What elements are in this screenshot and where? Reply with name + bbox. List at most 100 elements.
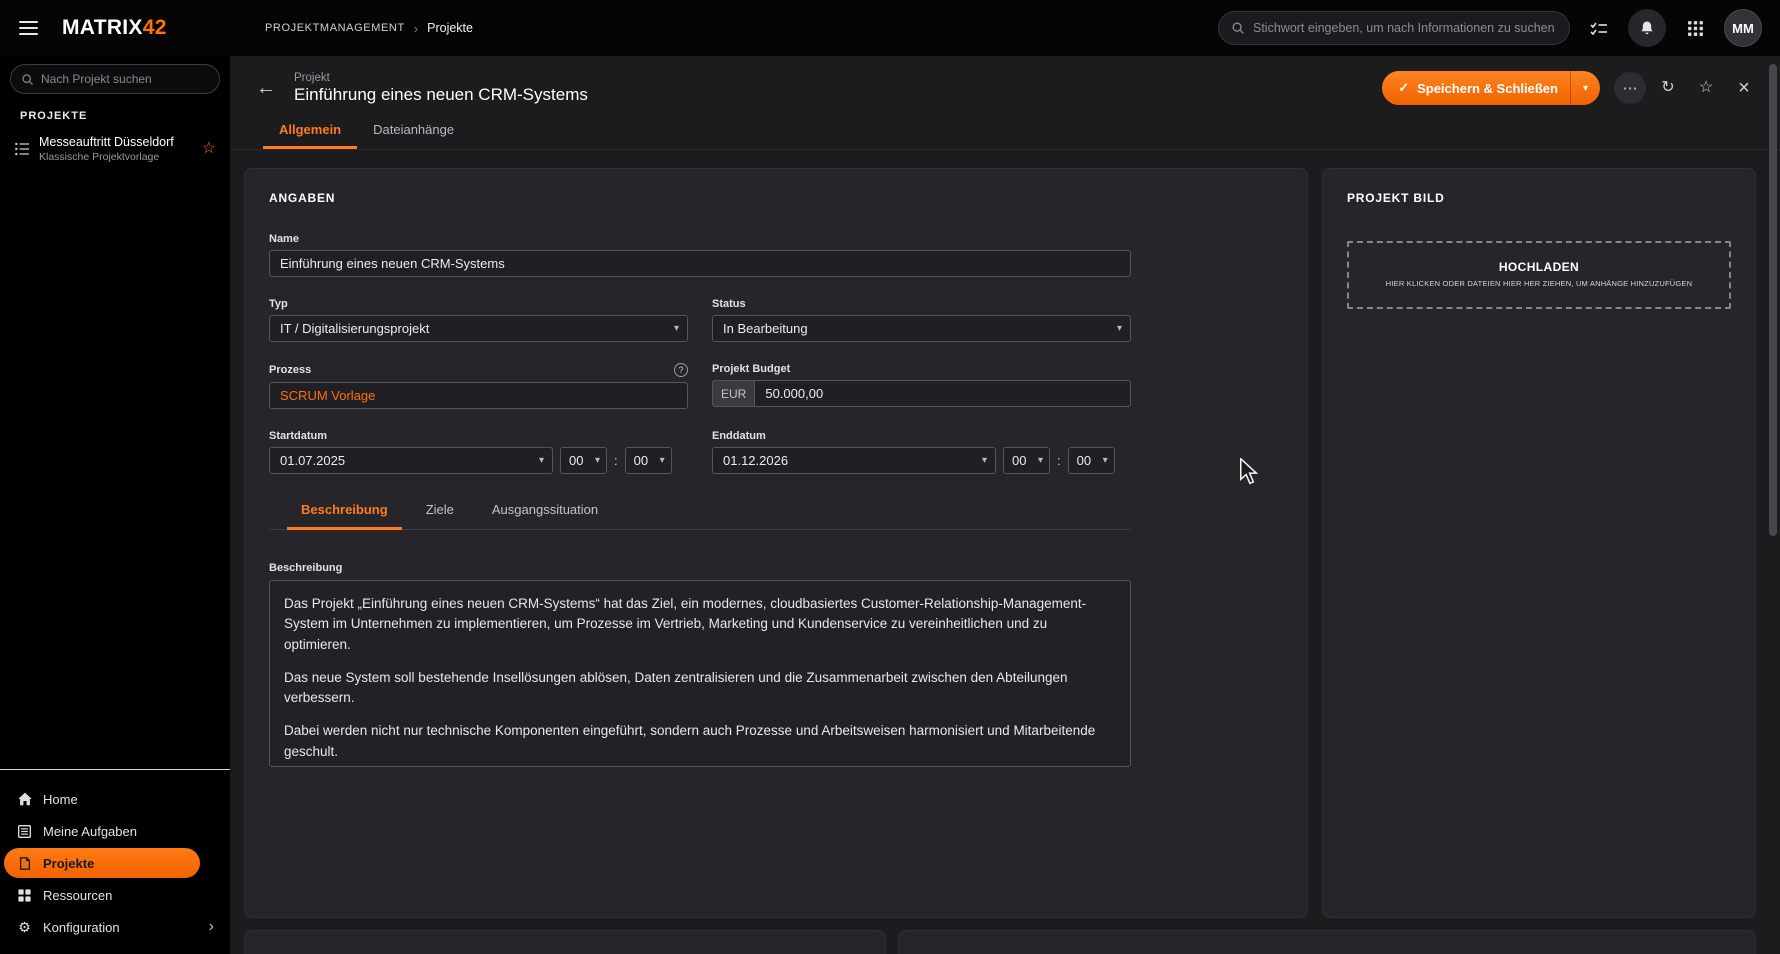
caret-down-icon: ▾	[1038, 455, 1043, 466]
typ-select[interactable]: IT / Digitalisierungsprojekt ▾	[269, 315, 688, 342]
status-select[interactable]: In Bearbeitung ▾	[712, 315, 1131, 342]
upload-hint: HIER KLICKEN ODER DATEIEN HIER HER ZIEHE…	[1386, 278, 1692, 290]
close-icon[interactable]: ×	[1728, 72, 1760, 104]
caret-down-icon: ▾	[982, 455, 987, 466]
caret-down-icon: ▾	[595, 455, 600, 466]
matrix42-logo[interactable]: MATRIX42	[62, 16, 167, 40]
main-area: ← Projekt Einführung eines neuen CRM-Sys…	[230, 56, 1780, 954]
sidebar-item-home[interactable]: Home	[0, 784, 230, 814]
enddatum-label: Enddatum	[712, 430, 1131, 442]
subtab-beschreibung[interactable]: Beschreibung	[287, 502, 402, 530]
sidebar: PROJEKTE Messeauftritt Düsseldorf Klassi…	[0, 56, 230, 954]
sidebar-item-label: Ressourcen	[43, 888, 112, 903]
content-area: ANGABEN Name Typ IT / Digitalisierungspr…	[230, 150, 1780, 918]
gear-icon: ⚙	[16, 920, 33, 934]
scrollbar-thumb[interactable]	[1769, 64, 1777, 536]
sidebar-item-projekte[interactable]: Projekte	[4, 848, 200, 878]
topbar: MATRIX42 PROJEKTMANAGEMENT › Projekte MM	[0, 0, 1780, 56]
tab-dateianhaenge[interactable]: Dateianhänge	[357, 112, 470, 149]
check-icon: ✓	[1398, 80, 1409, 96]
name-input[interactable]	[269, 250, 1131, 277]
detail-tabs: Allgemein Dateianhänge	[230, 112, 1780, 150]
typ-value: IT / Digitalisierungsprojekt	[280, 321, 668, 336]
user-avatar[interactable]: MM	[1724, 9, 1762, 47]
sidebar-item-label: Konfiguration	[43, 920, 120, 935]
hamburger-menu-icon[interactable]	[8, 8, 48, 48]
favorite-toolbar-star-icon[interactable]: ☆	[1690, 72, 1722, 104]
startdatum-date-select[interactable]: 01.07.2025 ▾	[269, 447, 553, 474]
startdatum-hour-select[interactable]: 00 ▾	[560, 447, 607, 474]
sidebar-item-label: Home	[43, 792, 78, 807]
budget-input[interactable]	[754, 380, 1131, 407]
time-separator: :	[1057, 453, 1061, 468]
enddatum-minute: 00	[1077, 453, 1097, 468]
card-title-angaben: ANGABEN	[269, 191, 1283, 205]
description-subtabs: Beschreibung Ziele Ausgangssituation	[269, 502, 1131, 530]
bell-icon	[1639, 20, 1655, 36]
resources-icon	[16, 888, 33, 903]
help-icon[interactable]: ?	[674, 363, 688, 377]
subtab-ausgangssituation[interactable]: Ausgangssituation	[478, 502, 612, 530]
favorite-star-icon[interactable]: ☆	[202, 141, 216, 157]
tab-allgemein[interactable]: Allgemein	[263, 112, 357, 149]
project-search-input[interactable]	[41, 72, 209, 86]
sidebar-item-label: Meine Aufgaben	[43, 824, 137, 839]
upload-title: HOCHLADEN	[1499, 260, 1579, 274]
global-search[interactable]	[1218, 11, 1570, 45]
enddatum-date-select[interactable]: 01.12.2026 ▾	[712, 447, 996, 474]
global-search-input[interactable]	[1253, 21, 1557, 35]
app-launcher-grid-icon[interactable]	[1676, 9, 1714, 47]
sidebar-item-konfiguration[interactable]: ⚙ Konfiguration ›	[0, 912, 230, 942]
prozess-input[interactable]	[269, 382, 688, 409]
beschreibung-paragraph: Das Projekt „Einführung eines neuen CRM-…	[284, 594, 1116, 655]
sidebar-project-item[interactable]: Messeauftritt Düsseldorf Klassische Proj…	[0, 128, 230, 170]
time-separator: :	[614, 453, 618, 468]
status-value: In Bearbeitung	[723, 321, 1111, 336]
breadcrumb: PROJEKTMANAGEMENT › Projekte	[265, 21, 473, 36]
subtab-ziele[interactable]: Ziele	[412, 502, 468, 530]
vertical-scrollbar[interactable]	[1769, 62, 1777, 948]
card-title-projekt-bild: PROJEKT BILD	[1347, 191, 1731, 205]
save-and-close-button[interactable]: ✓ Speichern & Schließen ▾	[1382, 71, 1600, 105]
topbar-actions: MM	[1218, 9, 1780, 47]
tasks-checklist-icon[interactable]	[1580, 9, 1618, 47]
breadcrumb-page[interactable]: Projekte	[427, 21, 473, 35]
more-actions-icon[interactable]: ⋯	[1614, 72, 1646, 104]
enddatum-minute-select[interactable]: 00 ▾	[1068, 447, 1115, 474]
row-dates: Startdatum 01.07.2025 ▾ 00 ▾	[269, 430, 1131, 474]
field-typ: Typ IT / Digitalisierungsprojekt ▾	[269, 298, 688, 342]
sidebar-item-ressourcen[interactable]: Ressourcen	[0, 880, 230, 910]
startdatum-minute-select[interactable]: 00 ▾	[625, 447, 672, 474]
search-icon	[21, 73, 34, 86]
back-arrow-icon[interactable]: ←	[252, 74, 280, 102]
beschreibung-editor[interactable]: Das Projekt „Einführung eines neuen CRM-…	[269, 580, 1131, 767]
field-startdatum: Startdatum 01.07.2025 ▾ 00 ▾	[269, 430, 688, 474]
caret-down-icon: ▾	[539, 455, 544, 466]
breadcrumb-section[interactable]: PROJEKTMANAGEMENT	[265, 22, 405, 34]
checklist-icon	[1590, 21, 1608, 36]
budget-input-group: EUR	[712, 380, 1131, 407]
image-upload-dropzone[interactable]: HOCHLADEN HIER KLICKEN ODER DATEIEN HIER…	[1347, 241, 1731, 309]
detail-header: ← Projekt Einführung eines neuen CRM-Sys…	[230, 56, 1780, 112]
chevron-right-icon: ›	[209, 919, 214, 935]
bottom-card-left	[244, 930, 886, 954]
caret-down-icon: ▾	[660, 455, 665, 466]
tasks-icon	[16, 824, 33, 839]
page-title: Einführung eines neuen CRM-Systems	[294, 85, 588, 105]
field-prozess: Prozess ?	[269, 363, 688, 409]
title-block: Projekt Einführung eines neuen CRM-Syste…	[294, 72, 588, 105]
enddatum-value: 01.12.2026	[723, 453, 976, 468]
project-search[interactable]	[10, 64, 220, 94]
save-caret-down-icon[interactable]: ▾	[1571, 83, 1600, 94]
enddatum-hour-select[interactable]: 00 ▾	[1003, 447, 1050, 474]
refresh-icon[interactable]: ↻	[1652, 72, 1684, 104]
save-button-main[interactable]: ✓ Speichern & Schließen	[1382, 80, 1570, 96]
row-typ-status: Typ IT / Digitalisierungsprojekt ▾ Statu…	[269, 298, 1131, 342]
bottom-card-right	[898, 930, 1756, 954]
field-name: Name	[269, 233, 1131, 277]
prozess-label-row: Prozess ?	[269, 363, 688, 377]
beschreibung-paragraph: Dabei werden nicht nur technische Kompon…	[284, 721, 1116, 762]
sidebar-item-meine-aufgaben[interactable]: Meine Aufgaben	[0, 816, 230, 846]
notifications-bell-icon[interactable]	[1628, 9, 1666, 47]
projekt-bild-card: PROJEKT BILD HOCHLADEN HIER KLICKEN ODER…	[1322, 168, 1756, 918]
